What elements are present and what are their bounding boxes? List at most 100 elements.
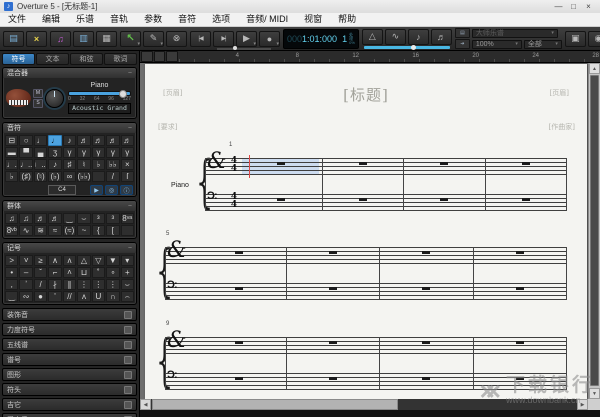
mark-palette-cell[interactable]: // <box>62 291 77 302</box>
patch-dropdown[interactable]: Acoustic Grand <box>68 103 131 114</box>
page-mode-button[interactable] <box>141 51 153 62</box>
measure[interactable] <box>193 247 287 300</box>
mark-palette-cell[interactable]: △ <box>77 255 91 266</box>
menu-item[interactable]: 编辑 <box>34 13 68 26</box>
note-palette-cell[interactable]: ♩ <box>33 135 48 146</box>
mark-palette-cell[interactable]: • <box>5 267 19 278</box>
mark-palette-cell[interactable]: ˅ <box>19 255 33 266</box>
minimize-button[interactable]: — <box>551 0 566 13</box>
mark-palette-cell[interactable]: ▼ <box>106 255 120 266</box>
palette-tab[interactable]: 文本 <box>36 53 69 65</box>
group-palette-cell[interactable] <box>120 225 134 236</box>
mark-palette-cell[interactable]: U <box>91 291 106 302</box>
mark-palette-cell[interactable]: + <box>120 267 134 278</box>
forward-button[interactable]: ▶| <box>213 30 234 47</box>
mark-palette-cell[interactable]: ∘ <box>106 267 120 278</box>
note-palette-cell[interactable]: ♩. <box>5 159 19 170</box>
note-palette-cell[interactable]: ♩.. <box>19 159 33 170</box>
group-palette-cell[interactable]: ≈ <box>48 225 62 236</box>
mark-palette-cell[interactable]: ⌣ <box>120 279 134 290</box>
swing-button[interactable]: ∿ <box>384 28 406 45</box>
tracks-button[interactable]: ▥ <box>73 30 94 47</box>
note-palette-cell[interactable]: × <box>120 159 134 170</box>
mark-palette-cell[interactable]: ∧ <box>48 255 62 266</box>
select-tool-button[interactable]: ↖ ▾ <box>120 30 141 47</box>
group-palette-cell[interactable]: ‿ <box>62 213 77 224</box>
palette-section-header[interactable]: 爵士乐 <box>2 413 137 417</box>
measure[interactable] <box>404 158 486 211</box>
note-palette-cell[interactable]: ♪ <box>48 159 62 170</box>
notes-tool-button[interactable]: ⓘ <box>120 185 133 195</box>
collapse-icon[interactable]: − <box>128 70 132 77</box>
group-palette-cell[interactable]: ⌣ <box>77 213 91 224</box>
note-palette-cell[interactable]: ♪ <box>62 135 77 146</box>
scroll-up-icon[interactable]: ▲ <box>589 63 600 74</box>
view-panel-icon[interactable]: ▤ <box>454 28 470 38</box>
note-palette-cell[interactable]: ⊟ <box>5 135 19 146</box>
note-palette-cell[interactable]: ʒ <box>48 147 62 158</box>
mark-palette-cell[interactable]: ˄ <box>62 267 77 278</box>
tools-button[interactable]: × <box>26 30 47 47</box>
mark-palette-cell[interactable]: ⊔ <box>77 267 91 278</box>
mark-palette-cell[interactable]: ▽ <box>91 255 106 266</box>
tempo-placeholder[interactable]: [要求] <box>158 122 177 132</box>
menu-item[interactable]: 帮助 <box>330 13 364 26</box>
group-palette-cell[interactable]: ♫ <box>5 213 19 224</box>
volume-slider[interactable] <box>66 90 133 98</box>
palette-section-header[interactable]: 力度符号 <box>2 323 137 336</box>
mark-palette-cell[interactable]: ʌ <box>62 255 77 266</box>
step-entry-button[interactable]: ♬ <box>430 28 452 45</box>
group-palette-cell[interactable]: ♬ <box>33 213 48 224</box>
palette-tab[interactable]: 歌词 <box>104 53 137 65</box>
mark-palette-cell[interactable]: ∥ <box>62 279 77 290</box>
measure[interactable] <box>193 337 287 390</box>
position-slider[interactable] <box>217 45 271 50</box>
menu-item[interactable]: 选项 <box>204 13 238 26</box>
note-palette-cell[interactable]: / <box>106 171 120 182</box>
mark-palette-cell[interactable]: ˇ <box>33 267 48 278</box>
mark-palette-cell[interactable]: ' <box>48 291 62 302</box>
system-1[interactable]: 1 Piano { & <box>145 142 587 216</box>
note-palette-cell[interactable]: γ <box>120 147 134 158</box>
note-palette-cell[interactable]: (♭) <box>48 171 62 182</box>
base-pitch-button[interactable]: C4 <box>48 185 76 195</box>
note-palette-cell[interactable]: ○ <box>19 135 33 146</box>
group-palette-cell[interactable]: [ <box>106 225 120 236</box>
palette-section-header[interactable]: 谱号 <box>2 353 137 366</box>
palette-tab[interactable]: 和弦 <box>70 53 103 65</box>
palette-section-header[interactable]: 符头 <box>2 383 137 396</box>
note-palette-cell[interactable]: ▬ <box>5 147 19 158</box>
group-palette-cell[interactable]: ∿ <box>19 225 33 236</box>
note-palette-cell[interactable]: γ <box>91 147 106 158</box>
measure[interactable] <box>287 247 380 300</box>
note-palette-cell[interactable]: γ <box>77 147 91 158</box>
group-palette-cell[interactable]: ♬ <box>48 213 62 224</box>
score-title-placeholder[interactable]: [标题] <box>145 84 587 105</box>
group-palette-cell[interactable]: ♫ <box>19 213 33 224</box>
mark-palette-cell[interactable]: ʼ <box>19 279 33 290</box>
note-palette-cell[interactable]: ∞ <box>62 171 77 182</box>
palette-section-header[interactable]: 装饰音 <box>2 308 137 321</box>
system-2[interactable]: 5 { & Ɔ: <box>145 231 587 304</box>
play-button[interactable]: ▶ ▾ <box>236 30 257 47</box>
mark-palette-cell[interactable]: ⋮ <box>91 279 106 290</box>
mark-palette-cell[interactable]: ⌢ <box>120 291 134 302</box>
measure[interactable] <box>287 337 380 390</box>
measure[interactable] <box>486 158 567 211</box>
collapse-icon[interactable]: − <box>128 125 132 132</box>
tempo-slider[interactable] <box>363 44 450 50</box>
mark-palette-cell[interactable]: ▾ <box>120 255 134 266</box>
record-button[interactable]: ● ▾ <box>259 30 280 47</box>
group-palette-cell[interactable]: 8ᵛᵃ <box>120 213 134 224</box>
mark-palette-cell[interactable]: ˚ <box>91 267 106 278</box>
mark-palette-cell[interactable]: ∾ <box>19 291 33 302</box>
grace-note-button[interactable]: ♪ <box>407 28 429 45</box>
mark-palette-cell[interactable]: > <box>5 255 19 266</box>
group-palette-cell[interactable]: 8ᵛᵇ <box>5 225 19 236</box>
eraser-tool-button[interactable]: ⊗ <box>166 30 187 47</box>
group-palette-cell[interactable]: ~ <box>77 225 91 236</box>
mixer-button[interactable]: ▦ <box>96 30 117 47</box>
mark-palette-cell[interactable]: , <box>5 279 19 290</box>
mute-button[interactable]: M <box>33 88 43 98</box>
group-palette-cell[interactable]: ³ <box>106 213 120 224</box>
